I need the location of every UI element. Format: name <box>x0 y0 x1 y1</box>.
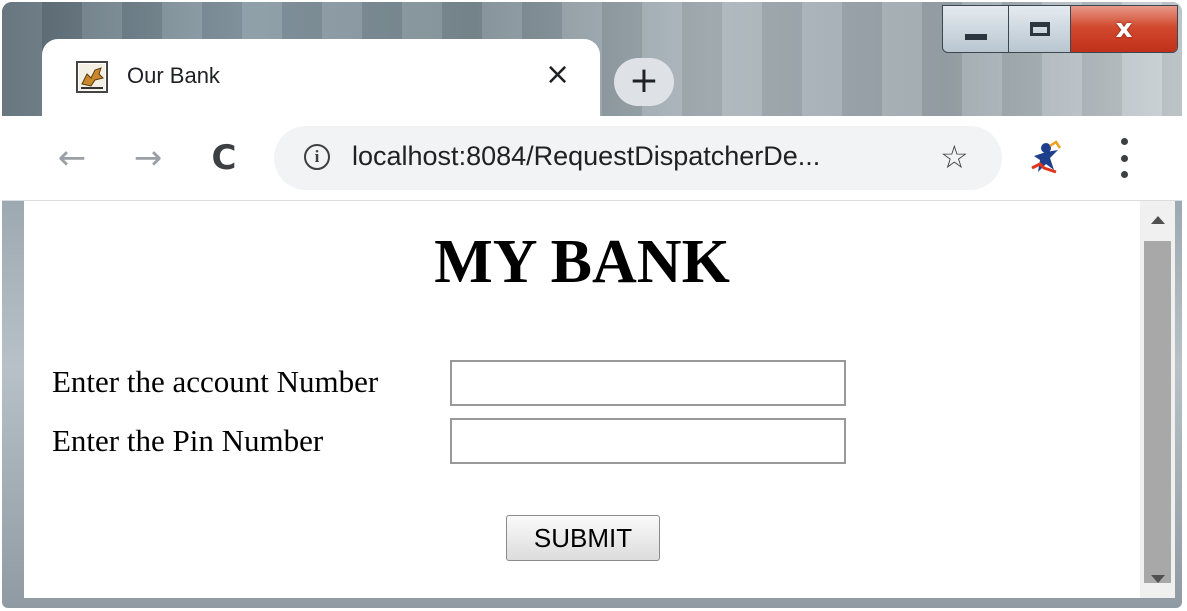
scroll-up-button[interactable] <box>1140 201 1175 239</box>
maximize-icon <box>1029 22 1050 36</box>
site-info-icon[interactable]: i <box>304 144 330 170</box>
forward-button[interactable]: → <box>126 136 170 180</box>
new-tab-button[interactable]: + <box>614 58 674 106</box>
tab-title: Our Bank <box>127 63 220 88</box>
pin-number-input[interactable] <box>450 418 846 464</box>
page-title: MY BANK <box>434 228 730 296</box>
tomcat-favicon-icon <box>76 61 108 93</box>
close-window-button[interactable]: x <box>1071 6 1177 52</box>
close-icon: x <box>1115 14 1133 44</box>
account-number-input[interactable] <box>450 360 846 406</box>
browser-toolbar: ← → C i localhost:8084/RequestDispatcher… <box>2 116 1182 201</box>
scroll-down-arrow-icon <box>1150 575 1165 583</box>
address-bar[interactable]: i localhost:8084/RequestDispatcherDe... … <box>274 126 1002 190</box>
vertical-scrollbar[interactable] <box>1140 201 1175 598</box>
minimize-icon <box>964 34 987 40</box>
bookmark-star-icon[interactable]: ☆ <box>940 138 969 176</box>
pin-number-label: Enter the Pin Number <box>52 423 324 458</box>
scroll-up-arrow-icon <box>1150 216 1165 224</box>
reload-button[interactable]: C <box>202 136 246 180</box>
tab-our-bank[interactable]: Our Bank × <box>42 39 600 117</box>
account-number-label: Enter the account Number <box>52 364 379 399</box>
tab-close-icon[interactable]: × <box>545 55 570 95</box>
submit-button[interactable]: SUBMIT <box>506 515 660 561</box>
back-button[interactable]: ← <box>50 136 94 180</box>
maximize-button[interactable] <box>1009 6 1071 52</box>
profile-avatar-icon[interactable] <box>1026 138 1066 178</box>
browser-window: Our Bank × + x ← → C i localhost:8084/Re… <box>2 2 1182 608</box>
scrollbar-thumb[interactable] <box>1144 241 1171 583</box>
page-content: MY BANK Enter the account Number Enter t… <box>24 201 1140 598</box>
window-controls: x <box>942 5 1178 53</box>
minimize-button[interactable] <box>943 6 1009 52</box>
browser-menu-icon[interactable] <box>1114 138 1134 178</box>
scroll-down-button[interactable] <box>1140 560 1175 598</box>
url-text[interactable]: localhost:8084/RequestDispatcherDe... <box>352 141 820 172</box>
